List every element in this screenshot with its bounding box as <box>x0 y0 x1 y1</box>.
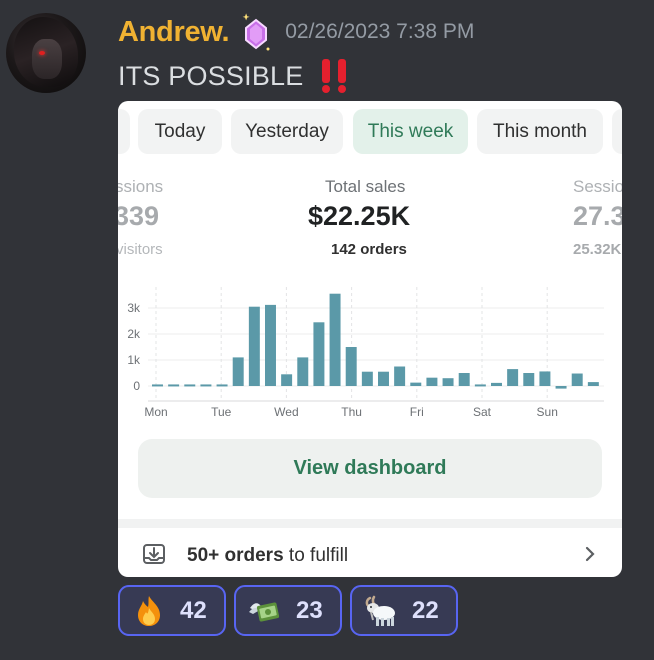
user-avatar[interactable] <box>6 13 86 93</box>
chart-bar <box>152 384 163 387</box>
chart-bar <box>248 306 260 386</box>
chart-bar <box>297 357 309 386</box>
message-content: ITS POSSIBLE <box>118 56 351 96</box>
chart-x-tick: Sat <box>473 405 492 419</box>
chart-y-tick: 1k <box>127 353 141 367</box>
chart-x-tick: Fri <box>410 405 424 419</box>
chart-bar <box>507 369 519 386</box>
tab-partial[interactable] <box>118 109 130 154</box>
avatar-face <box>32 39 62 79</box>
fulfill-rest: to fulfill <box>283 545 349 566</box>
chart-bar <box>265 304 276 386</box>
tab-yesterday[interactable]: Yesterday <box>231 109 343 154</box>
tab-this-week[interactable]: This week <box>353 109 468 154</box>
screenshot-embed[interactable]: Today Yesterday This week This month ssi… <box>118 101 622 577</box>
avatar-eye <box>39 51 45 55</box>
chart-bar <box>587 382 599 386</box>
chart-bar <box>200 384 212 387</box>
chart-bar <box>232 357 244 386</box>
chart-bar <box>474 384 486 387</box>
fulfill-count: 50+ orders <box>187 545 284 566</box>
total-sales-value: $22.25K <box>308 201 411 231</box>
goat-icon <box>365 595 395 626</box>
chevron-right-icon <box>585 546 595 562</box>
chart-bar <box>458 373 470 386</box>
inbox-download-icon <box>143 544 165 564</box>
chart-bar <box>281 374 293 386</box>
chart-bar <box>313 322 325 386</box>
chart-bar <box>523 373 535 386</box>
tab-partial-right[interactable] <box>612 109 622 154</box>
chart-bar <box>539 371 551 386</box>
chart-x-tick: Thu <box>341 405 362 419</box>
double-exclamation-icon <box>322 59 347 93</box>
username[interactable]: Andrew. <box>118 16 230 49</box>
chart-x-tick: Sun <box>537 405 558 419</box>
message-text: ITS POSSIBLE <box>118 60 304 91</box>
reactions-bar: 42 23 22 <box>118 585 466 636</box>
sales-bar-chart: 3k 2k 1k 0 Mon Tue Wed Thu Fri Sat Sun <box>127 287 604 419</box>
date-range-tabs: Today Yesterday This week This month <box>118 101 622 161</box>
chart-y-tick: 3k <box>127 301 141 315</box>
chart-bar <box>378 371 389 386</box>
chart-bar <box>410 382 422 386</box>
chart-bar <box>571 373 583 386</box>
chart-bar <box>442 378 454 386</box>
chart-x-tick: Mon <box>144 405 167 419</box>
chart-bar <box>345 347 357 386</box>
money-with-wings-icon <box>249 601 280 622</box>
sessions-right-label: Sessio <box>573 177 622 196</box>
message-header: Andrew. 02/26/2023 7:38 PM <box>118 12 474 52</box>
chart-y-tick: 2k <box>127 327 141 341</box>
reaction-fire[interactable]: 42 <box>118 585 226 636</box>
chart-bar <box>184 384 196 387</box>
reaction-count: 42 <box>180 596 207 624</box>
message-timestamp: 02/26/2023 7:38 PM <box>285 20 475 43</box>
fire-icon <box>138 595 160 626</box>
chart-bar <box>361 371 373 386</box>
section-divider <box>118 519 622 528</box>
reaction-money[interactable]: 23 <box>234 585 342 636</box>
sessions-right-sub: 25.32K <box>573 241 622 258</box>
reaction-goat[interactable]: 22 <box>350 585 458 636</box>
sessions-label: ssions <box>118 177 164 196</box>
view-dashboard-button[interactable]: View dashboard <box>138 439 602 498</box>
chart-bar <box>216 384 228 387</box>
chart-y-tick: 0 <box>133 379 140 393</box>
chart-x-tick: Wed <box>274 405 298 419</box>
sessions-value: 339 <box>118 201 160 231</box>
tab-today[interactable]: Today <box>138 109 222 154</box>
orders-count: 142 orders <box>331 241 407 258</box>
chart-bar <box>555 386 567 389</box>
chart-bar <box>168 384 180 387</box>
reaction-count: 22 <box>412 596 439 624</box>
chart-bar <box>491 382 502 386</box>
total-sales-label: Total sales <box>325 177 406 196</box>
reaction-count: 23 <box>296 596 323 624</box>
chart-bar <box>329 293 341 386</box>
tab-this-month[interactable]: This month <box>477 109 603 154</box>
orders-to-fulfill-row[interactable]: 50+ orders to fulfill <box>118 528 622 577</box>
sessions-right-value: 27.3 <box>573 201 622 231</box>
visitors-label: visitors <box>118 241 163 258</box>
chart-bar <box>394 366 406 386</box>
chart-x-tick: Tue <box>211 405 232 419</box>
orders-to-fulfill-text: 50+ orders to fulfill <box>187 545 348 567</box>
chart-bar <box>426 377 438 386</box>
gem-badge-icon[interactable] <box>241 12 271 52</box>
